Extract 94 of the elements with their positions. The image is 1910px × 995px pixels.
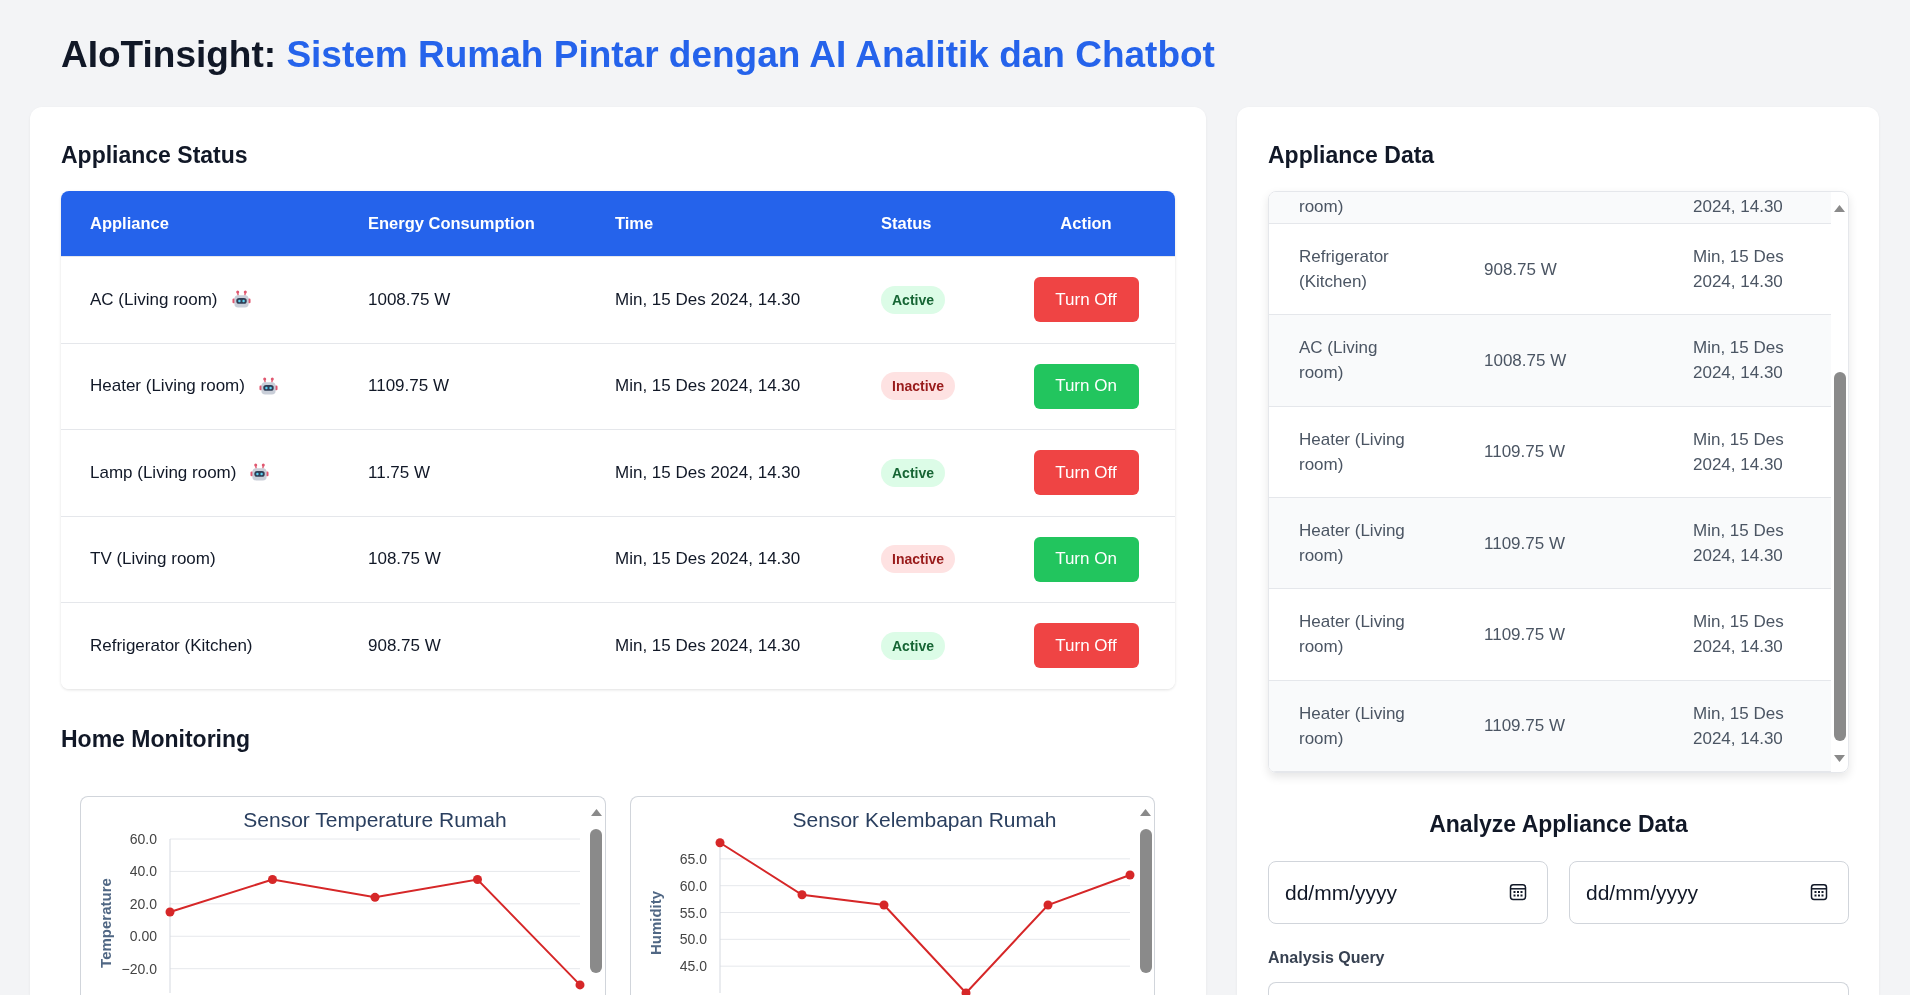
table-cell: TV (Living room) (90, 549, 216, 570)
column-header: Status (881, 214, 932, 233)
date-field[interactable]: dd/mm/yyyy (1569, 861, 1849, 924)
query-field[interactable] (1268, 982, 1849, 995)
data-point (370, 892, 380, 902)
scrollbar-thumb[interactable] (1833, 372, 1846, 741)
axis-title: Humidity (646, 890, 664, 955)
column-header: Action (1060, 214, 1112, 233)
table-cell-text: Heater (Living room) (1299, 611, 1406, 659)
data-point (1043, 900, 1052, 909)
table-cell: Refrigerator (Kitchen) (90, 635, 253, 656)
table-cell: Lamp (Living room) (90, 462, 237, 483)
table-cell-text: room) (1299, 196, 1344, 218)
date-field[interactable]: dd/mm/yyyy (1268, 861, 1548, 924)
table-cell-text: Refrigerator (Kitchen) (1299, 246, 1390, 294)
table-cell-text: 908.75 W (1484, 258, 1557, 281)
table-cell: Min, 15 Des 2024, 14.30 (615, 289, 801, 310)
toggle-button[interactable]: Turn On (1033, 363, 1139, 409)
data-point (1125, 869, 1134, 879)
table-cell-text: Heater (Living room) (1299, 520, 1406, 568)
table-cell-text: Heater (Living room) (1299, 702, 1406, 750)
table-cell-text: 1109.75 W (1484, 623, 1565, 646)
table-cell: Min, 15 Des 2024, 14.30 (615, 376, 801, 397)
table-cell: Min, 15 Des 2024, 14.30 (615, 635, 801, 656)
column-header: Appliance (90, 214, 169, 233)
calendar-icon[interactable] (1809, 882, 1829, 902)
status-badge: Inactive (881, 372, 956, 401)
data-point (575, 979, 585, 989)
axis-tick-label: 60.0 (129, 830, 157, 847)
table-cell: 11.75 W (368, 462, 431, 483)
chart-title: Sensor Kelembapan Rumah (791, 808, 1058, 831)
axis-tick-label: 50.0 (679, 930, 707, 947)
table-cell-text: Min, 15 Des 2024, 14.30 (1693, 246, 1785, 294)
toggle-button[interactable]: Turn Off (1033, 277, 1139, 323)
data-point (268, 874, 277, 884)
table-cell: Heater (Living room) (90, 376, 245, 397)
table-cell-text: 1109.75 W (1484, 441, 1565, 464)
field-label: Analysis Query (1268, 948, 1385, 968)
table-cell-text: AC (Living room) (1299, 337, 1379, 385)
table-cell-text: 1109.75 W (1484, 532, 1565, 555)
scrollbar-thumb[interactable] (1139, 828, 1152, 973)
table-cell-text: Min, 15 Des 2024, 14.30 (1693, 337, 1785, 385)
table-cell: 1109.75 W (368, 376, 449, 397)
section-heading: Home Monitoring (61, 724, 251, 754)
data-point (797, 889, 806, 899)
table-cell-text: Min, 15 Des 2024, 14.30 (1693, 428, 1785, 476)
column-header: Energy Consumption (368, 214, 535, 233)
axis-tick-label: 40.0 (129, 862, 157, 879)
section-heading: Appliance Data (1268, 141, 1435, 170)
status-badge: Active (881, 458, 946, 487)
section-heading: Analyze Appliance Data (1429, 810, 1688, 839)
page-title: Sistem Rumah Pintar dengan AI Analitik dan Chatbot (286, 34, 1215, 75)
axis-tick-label: 20.0 (129, 895, 157, 912)
table-cell: Min, 15 Des 2024, 14.30 (615, 549, 801, 570)
table-cell: 908.75 W (368, 635, 441, 656)
table-cell-text: Min, 15 Des 2024, 14.30 (1693, 520, 1785, 568)
axis-tick-label: 45.0 (679, 957, 707, 974)
data-point (165, 906, 175, 916)
scrollbar-thumb[interactable] (590, 828, 602, 973)
data-point (879, 900, 888, 909)
table-cell: Min, 15 Des 2024, 14.30 (615, 462, 801, 483)
status-badge: Active (881, 631, 946, 660)
table-cell-text: Min, 15 Des 2024, 14.30 (1693, 702, 1785, 750)
scroll-up-arrow-icon[interactable] (590, 808, 602, 816)
chart-title: Sensor Temperature Rumah (242, 808, 508, 831)
scroll-up-arrow-icon[interactable] (1834, 205, 1845, 212)
axis-tick-label: 60.0 (679, 877, 707, 894)
axis-tick-label: −20.0 (121, 960, 157, 977)
toggle-button[interactable]: Turn Off (1033, 623, 1139, 669)
data-point (715, 837, 724, 847)
brand-name: AIoTinsight: (61, 34, 277, 75)
table-cell: 1008.75 W (368, 289, 451, 310)
axis-title: Temperature (96, 877, 114, 968)
scroll-up-arrow-icon[interactable] (1140, 808, 1151, 816)
table-cell-text: 1109.75 W (1484, 715, 1565, 738)
scroll-down-arrow-icon[interactable] (1834, 755, 1845, 762)
data-point (473, 874, 482, 884)
table-cell-text: 1008.75 W (1484, 350, 1567, 372)
section-heading: Appliance Status (61, 141, 248, 170)
table-cell: AC (Living room) (90, 289, 218, 310)
column-header: Time (615, 214, 654, 233)
toggle-button[interactable]: Turn On (1033, 536, 1139, 582)
data-point (961, 988, 970, 995)
axis-tick-label: 55.0 (679, 904, 707, 920)
table-cell-text: Heater (Living room) (1299, 428, 1406, 476)
status-badge: Inactive (881, 545, 956, 574)
toggle-button[interactable]: Turn Off (1033, 450, 1139, 496)
axis-tick-label: 65.0 (679, 850, 707, 867)
table-cell: 108.75 W (368, 549, 441, 570)
table-cell-text: Min, 15 Des 2024, 14.30 (1693, 611, 1785, 659)
axis-tick-label: 0.00 (129, 927, 157, 944)
calendar-icon[interactable] (1508, 882, 1528, 902)
table-cell-text: 2024, 14.30 (1693, 196, 1783, 218)
status-badge: Active (881, 285, 946, 314)
